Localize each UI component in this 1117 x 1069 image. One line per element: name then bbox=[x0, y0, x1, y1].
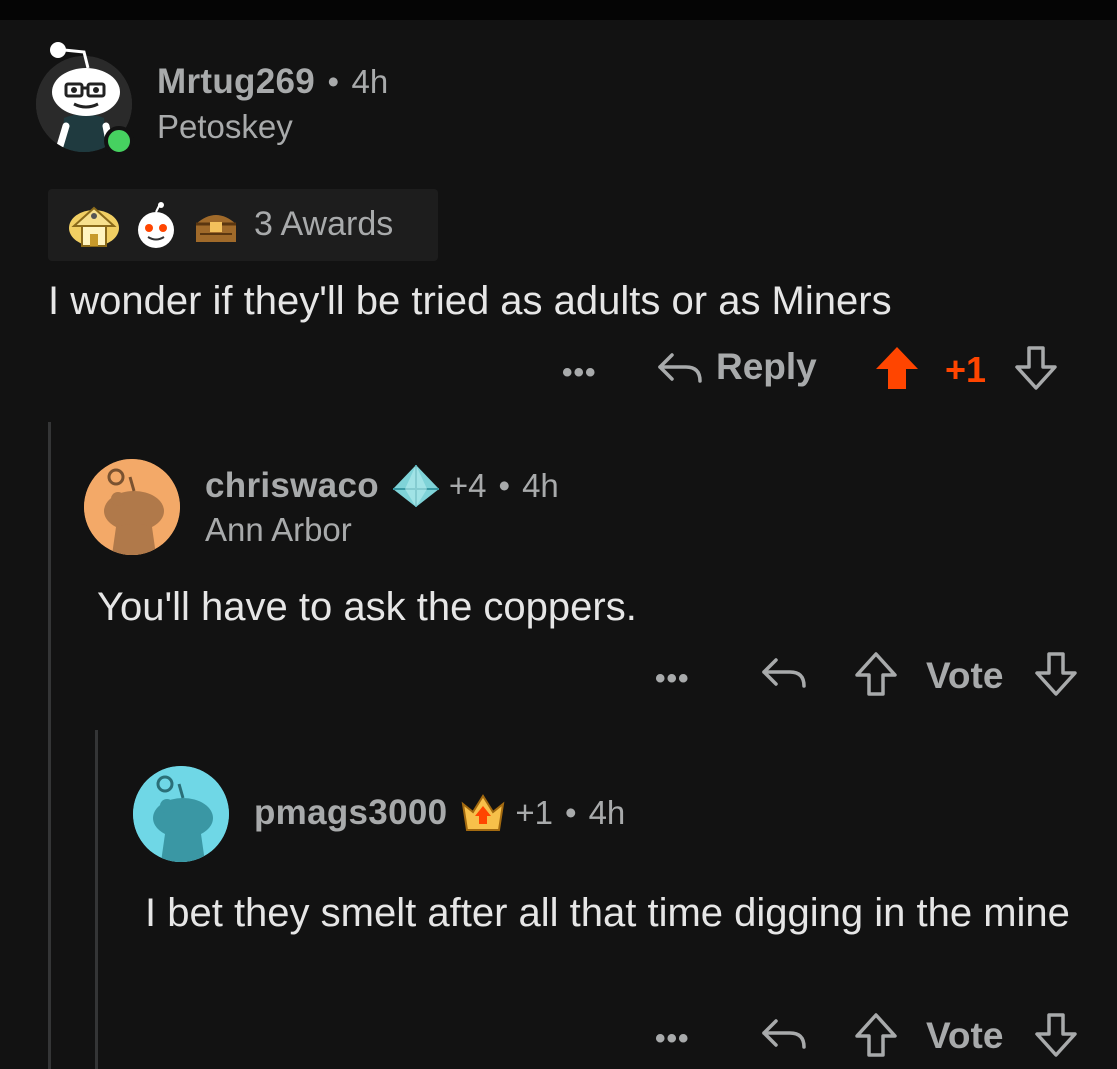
crown-upvote-award-icon bbox=[461, 794, 505, 831]
separator-dot: • bbox=[565, 794, 577, 831]
reply-button[interactable]: Reply bbox=[656, 346, 817, 388]
golden-house-award-icon bbox=[69, 206, 119, 247]
more-options-button[interactable]: ••• bbox=[655, 662, 690, 696]
user-flair: Ann Arbor bbox=[205, 511, 352, 548]
comment-body: You'll have to ask the coppers. bbox=[97, 585, 637, 629]
vote-label: Vote bbox=[926, 655, 1004, 696]
snoo-avatar-icon bbox=[133, 766, 229, 862]
avatar[interactable] bbox=[133, 766, 229, 862]
reply-icon[interactable] bbox=[760, 652, 808, 692]
reply-icon[interactable] bbox=[760, 1013, 808, 1053]
comment-header: Mrtug269 • 4h bbox=[157, 62, 388, 102]
thread-line-level2[interactable] bbox=[95, 730, 98, 1069]
antenna-icon bbox=[50, 42, 90, 69]
username[interactable]: chriswaco bbox=[205, 466, 379, 506]
reply-icon bbox=[658, 353, 702, 383]
username[interactable]: pmags3000 bbox=[254, 793, 447, 833]
comment-header: pmags3000 +1 • 4h bbox=[254, 792, 625, 834]
avatar[interactable] bbox=[84, 459, 180, 555]
timestamp: 4h bbox=[351, 63, 389, 100]
comment-body: I wonder if they'll be tried as adults o… bbox=[48, 279, 892, 323]
award-count: +4 bbox=[448, 467, 487, 504]
timestamp: 4h bbox=[588, 794, 626, 831]
thread-line-level1[interactable] bbox=[48, 422, 51, 1069]
score: +1 bbox=[945, 349, 987, 390]
status-bar bbox=[0, 0, 1117, 20]
separator-dot: • bbox=[327, 63, 340, 100]
snoo-award-icon bbox=[138, 202, 174, 248]
vote-label: Vote bbox=[926, 1015, 1004, 1056]
username[interactable]: Mrtug269 bbox=[157, 62, 315, 101]
more-options-button[interactable]: ••• bbox=[655, 1022, 690, 1056]
upvote-arrow-icon[interactable] bbox=[853, 1012, 899, 1058]
downvote-arrow-icon[interactable] bbox=[1013, 345, 1059, 391]
upvote-arrow-icon[interactable] bbox=[853, 651, 899, 697]
upvote-arrow-icon[interactable] bbox=[874, 345, 920, 391]
downvote-arrow-icon[interactable] bbox=[1033, 651, 1079, 697]
reply-label: Reply bbox=[716, 346, 817, 387]
comment-header: chriswaco +4 • 4h bbox=[205, 463, 559, 509]
diamond-award-icon bbox=[392, 465, 439, 507]
timestamp: 4h bbox=[522, 467, 559, 504]
downvote-arrow-icon[interactable] bbox=[1033, 1012, 1079, 1058]
user-flair: Petoskey bbox=[157, 108, 293, 145]
awards-count: 3 Awards bbox=[254, 205, 394, 243]
awards-bar[interactable]: 3 Awards bbox=[48, 189, 438, 261]
separator-dot: • bbox=[498, 467, 511, 504]
treasure-chest-award-icon bbox=[196, 215, 236, 242]
more-options-button[interactable]: ••• bbox=[562, 356, 597, 390]
online-status-indicator bbox=[104, 126, 134, 156]
snoo-avatar-icon bbox=[84, 459, 180, 555]
award-count: +1 bbox=[515, 794, 553, 831]
comment-body: I bet they smelt after all that time dig… bbox=[145, 891, 1070, 935]
